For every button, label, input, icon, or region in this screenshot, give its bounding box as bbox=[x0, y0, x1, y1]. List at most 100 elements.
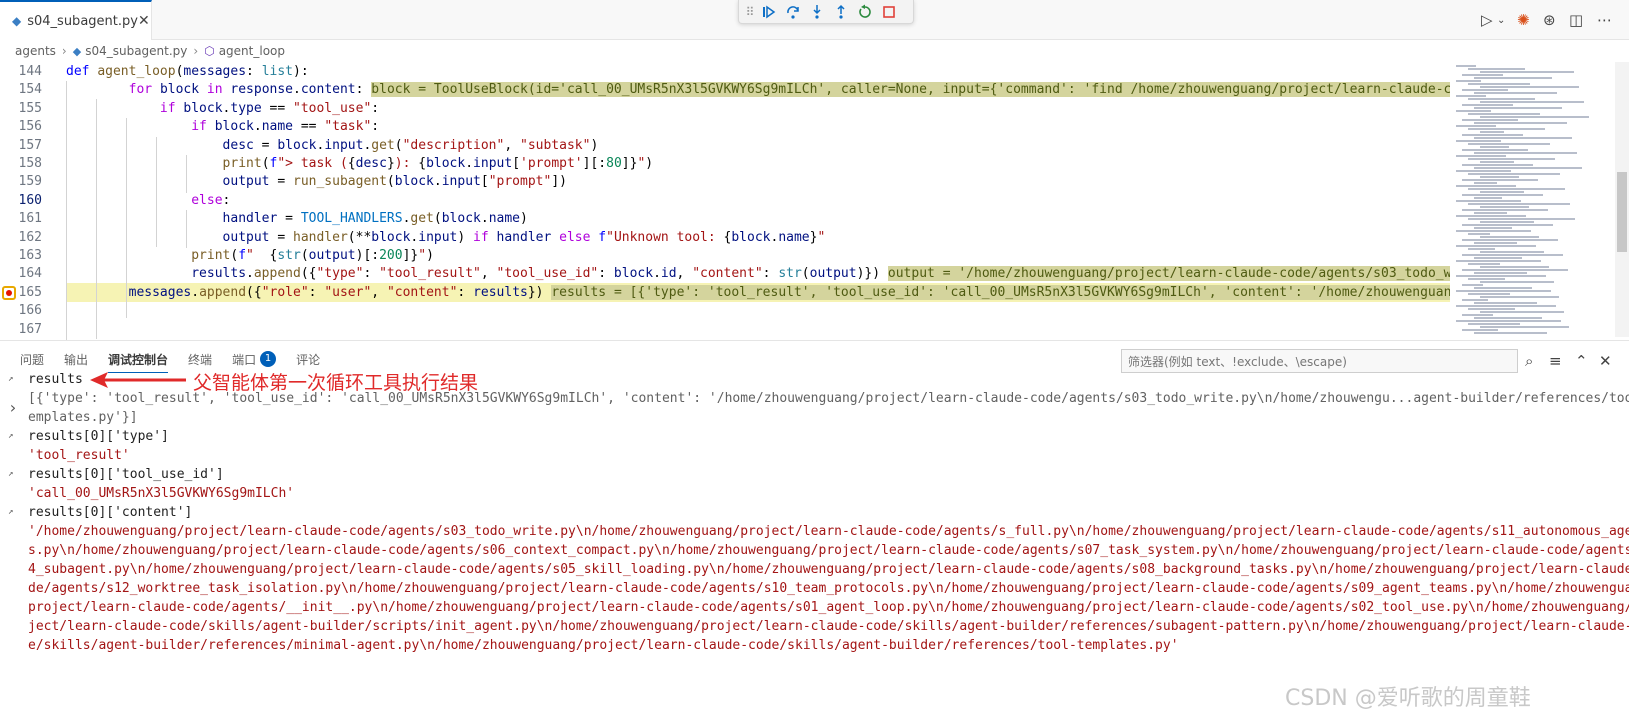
minimap-line bbox=[1456, 275, 1546, 277]
input-prompt-icon: ↗ bbox=[8, 469, 14, 479]
minimap-line bbox=[1468, 113, 1540, 115]
minimap-line bbox=[1462, 179, 1538, 181]
annotation-text: 父智能体第一次循环工具执行结果 bbox=[193, 372, 479, 394]
console-result: ject/learn-claude-code/skills/agent-buil… bbox=[28, 619, 1629, 634]
minimap-line bbox=[1456, 290, 1551, 292]
watermark: CSDN @爱听歌的周童鞋 bbox=[1285, 686, 1531, 711]
openai-icon[interactable]: ⊛ bbox=[1543, 0, 1556, 40]
line-number: 161 bbox=[18, 211, 42, 227]
console-result: 4_subagent.py\n/home/zhouwenguang/projec… bbox=[28, 562, 1629, 577]
minimap-line bbox=[1468, 143, 1550, 145]
search-icon[interactable]: ⌕ bbox=[1525, 349, 1533, 373]
code-line[interactable]: 144 def agent_loop(messages: list): bbox=[0, 62, 1500, 81]
console-result: e/skills/agent-builder/references/minima… bbox=[28, 638, 1179, 653]
minimap-line bbox=[1474, 242, 1517, 244]
code-line[interactable]: 156 if block.name == "task": bbox=[0, 117, 1500, 136]
minimap-line bbox=[1474, 227, 1512, 229]
minimap-line bbox=[1462, 194, 1543, 196]
code-line[interactable]: 161 handler = TOOL_HANDLERS.get(block.na… bbox=[0, 209, 1500, 228]
clear-console-icon[interactable]: ≡ bbox=[1549, 349, 1562, 373]
tab-label: 问题 bbox=[20, 352, 45, 367]
minimap-line bbox=[1456, 305, 1556, 307]
minimap-line bbox=[1474, 332, 1547, 334]
minimap-line bbox=[1474, 317, 1542, 319]
minimap-line bbox=[1468, 218, 1575, 220]
expand-chevron-icon[interactable]: › bbox=[8, 398, 18, 417]
claude-icon[interactable]: ✺ bbox=[1517, 0, 1530, 40]
code-line[interactable]: 166 bbox=[0, 301, 1500, 320]
restart-icon[interactable] bbox=[853, 1, 877, 23]
minimap-line bbox=[1462, 269, 1568, 271]
indent-guide bbox=[186, 155, 187, 193]
debug-toolbar: ⠿ bbox=[738, 0, 914, 24]
scrollbar-thumb[interactable] bbox=[1617, 172, 1627, 252]
chevron-right-icon: › bbox=[61, 44, 67, 58]
minimap-line bbox=[1480, 116, 1589, 118]
minimap-line bbox=[1462, 224, 1553, 226]
minimap-line bbox=[1462, 209, 1548, 211]
code-line[interactable]: 167 bbox=[0, 320, 1500, 339]
code-line[interactable]: 164 results.append({"type": "tool_result… bbox=[0, 264, 1522, 283]
code-line[interactable]: 159 output = run_subagent(block.input["p… bbox=[0, 172, 1500, 191]
close-icon[interactable]: ✕ bbox=[138, 13, 150, 29]
minimap-line bbox=[1474, 182, 1497, 184]
step-into-icon[interactable] bbox=[805, 1, 829, 23]
minimap-line bbox=[1480, 191, 1524, 193]
editor-scrollbar[interactable] bbox=[1615, 62, 1629, 337]
minimap-line bbox=[1456, 215, 1526, 217]
minimap-line bbox=[1462, 134, 1523, 136]
code-line[interactable]: 154 for block in response.content: block… bbox=[0, 80, 1522, 99]
code-line[interactable]: 155 if block.type == "tool_use": bbox=[0, 99, 1500, 118]
breadcrumb-symbol[interactable]: agent_loop bbox=[219, 44, 285, 58]
stop-icon[interactable] bbox=[877, 1, 901, 23]
code-editor[interactable]: 144 def agent_loop(messages: list): 154 fo… bbox=[0, 62, 1629, 361]
code-line[interactable]: 158 print(f"> task ({desc}): {block.inpu… bbox=[0, 154, 1500, 173]
line-number: 158 bbox=[18, 156, 42, 171]
minimap-line bbox=[1480, 326, 1569, 328]
close-panel-icon[interactable]: ✕ bbox=[1599, 349, 1612, 373]
annotation-arrow bbox=[90, 372, 186, 388]
drag-handle-icon[interactable]: ⠿ bbox=[743, 1, 757, 23]
minimap-line bbox=[1456, 80, 1481, 82]
console-expression: results bbox=[28, 372, 83, 387]
console-expression: results[0]['tool_use_id'] bbox=[28, 467, 224, 482]
step-out-icon[interactable] bbox=[829, 1, 853, 23]
code-line[interactable]: 163 print(f" {str(output)[:200]}") bbox=[0, 246, 1500, 265]
minimap-line bbox=[1462, 104, 1513, 106]
chevron-down-icon[interactable]: ⌄ bbox=[1497, 0, 1505, 40]
breadcrumb-file[interactable]: s04_subagent.py bbox=[85, 44, 187, 58]
step-over-icon[interactable] bbox=[781, 1, 805, 23]
minimap-line bbox=[1456, 155, 1506, 157]
chevron-up-icon[interactable]: ⌃ bbox=[1575, 349, 1588, 373]
code-line[interactable]: 162 output = handler(**block.input) if h… bbox=[0, 228, 1500, 247]
minimap-line bbox=[1456, 245, 1536, 247]
minimap-line bbox=[1456, 65, 1476, 67]
code-text: if block.type == "tool_use": bbox=[159, 100, 380, 116]
more-actions-icon[interactable]: ⋯ bbox=[1597, 0, 1612, 40]
continue-icon[interactable] bbox=[757, 1, 781, 23]
run-python-file-icon[interactable]: ▷ bbox=[1481, 0, 1493, 40]
indent-guide bbox=[96, 99, 97, 339]
split-editor-icon[interactable]: ◫ bbox=[1569, 0, 1583, 40]
console-filter-input[interactable]: 筛选器(例如 text、!exclude、\escape) bbox=[1121, 349, 1518, 373]
tab-label: 输出 bbox=[64, 352, 89, 367]
minimap-line bbox=[1480, 221, 1534, 223]
code-line[interactable]: 160 else: bbox=[0, 191, 1500, 210]
tab-bar: ◆ s04_subagent.py ✕ ⠿ ▷ ⌄ ✺ ⊛ ◫ ⋯ bbox=[0, 0, 1629, 40]
breadcrumb-folder[interactable]: agents bbox=[15, 44, 56, 58]
code-text: output = run_subagent(block.input["promp… bbox=[222, 174, 567, 190]
minimap-line bbox=[1468, 188, 1565, 190]
minimap-line bbox=[1462, 314, 1493, 316]
minimap-line bbox=[1480, 101, 1584, 103]
minimap[interactable] bbox=[1450, 62, 1610, 334]
console-result: s.py\n/home/zhouwenguang/project/learn-c… bbox=[28, 543, 1629, 558]
line-number: 156 bbox=[18, 119, 42, 135]
minimap-line bbox=[1474, 302, 1537, 304]
code-line[interactable]: 165 messages.append({"role": "user", "co… bbox=[0, 282, 1522, 302]
tab-s04-subagent[interactable]: ◆ s04_subagent.py ✕ bbox=[0, 0, 152, 40]
minimap-line bbox=[1462, 149, 1528, 151]
code-line[interactable]: 157 desc = block.input.get("description"… bbox=[0, 136, 1500, 155]
minimap-line bbox=[1480, 131, 1504, 133]
minimap-line bbox=[1468, 98, 1535, 100]
console-result: project/learn-claude-code/agents/__init_… bbox=[28, 600, 1629, 615]
